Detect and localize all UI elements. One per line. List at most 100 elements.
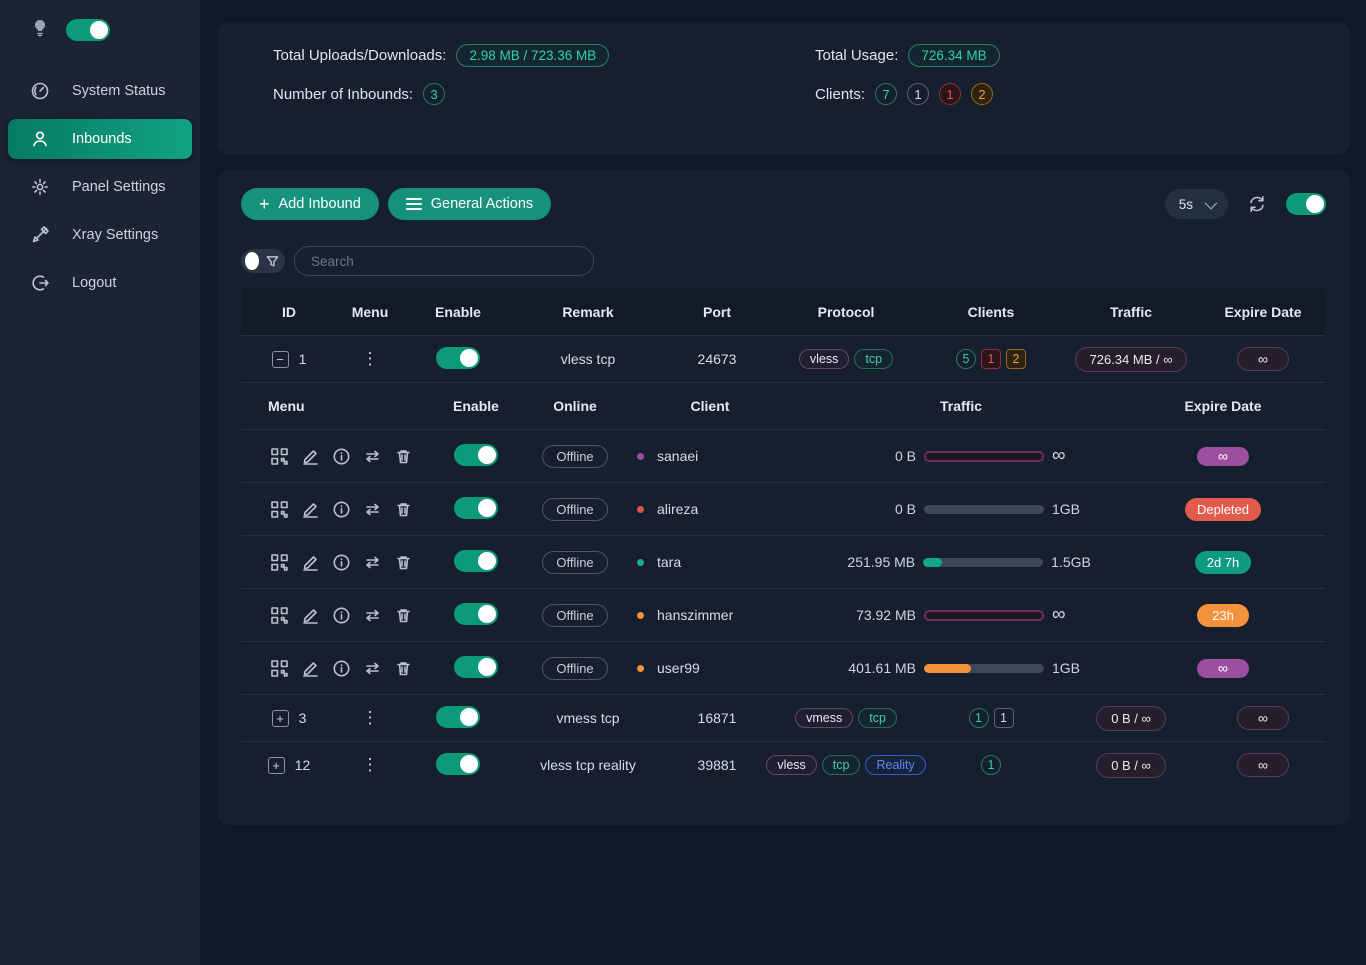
info-icon[interactable] (330, 657, 352, 679)
sidebar-item-label: Xray Settings (72, 227, 158, 243)
client-name: sanaei (657, 448, 698, 464)
info-icon[interactable] (330, 498, 352, 520)
qr-code-icon[interactable] (268, 551, 290, 573)
reset-traffic-icon[interactable] (361, 445, 383, 467)
qr-code-icon[interactable] (268, 445, 290, 467)
client-traffic-used: 0 B (832, 501, 916, 517)
search-row (241, 246, 1326, 276)
client-enable-toggle[interactable] (454, 497, 498, 519)
client-traffic-limit: ∞ (1052, 451, 1090, 461)
inbound-enable-toggle[interactable] (436, 706, 480, 728)
edit-icon[interactable] (299, 445, 321, 467)
auto-refresh-toggle[interactable] (1286, 193, 1326, 215)
col-header-traffic: Traffic (1061, 304, 1201, 320)
client-color-dot (637, 506, 644, 513)
client-status-badge: Offline (542, 445, 607, 468)
sidebar-item-system-status[interactable]: System Status (0, 71, 200, 111)
client-traffic-bar (924, 610, 1044, 621)
protocol-badge: Reality (865, 755, 925, 775)
table-header: ID Menu Enable Remark Port Protocol Clie… (241, 288, 1325, 335)
info-icon[interactable] (330, 445, 352, 467)
delete-icon[interactable] (392, 604, 414, 626)
col-header-port: Port (663, 304, 771, 320)
col-header-menu: Menu (337, 304, 403, 320)
client-count-badge: 5 (956, 349, 976, 369)
refresh-interval-select[interactable]: 5s (1165, 189, 1228, 219)
client-enable-toggle[interactable] (454, 656, 498, 678)
bulb-icon (30, 18, 50, 41)
reset-traffic-icon[interactable] (361, 604, 383, 626)
delete-icon[interactable] (392, 551, 414, 573)
client-expire-badge: ∞ (1197, 659, 1249, 678)
protocol-badge: tcp (854, 349, 893, 369)
client-count-badge: 1 (981, 755, 1001, 775)
collapse-row-button[interactable]: − (272, 351, 289, 368)
dark-mode-toggle[interactable] (66, 19, 110, 41)
sub-col-online: Online (531, 398, 619, 414)
sub-col-expire: Expire Date (1121, 398, 1325, 414)
delete-icon[interactable] (392, 498, 414, 520)
sidebar-item-inbounds[interactable]: Inbounds (8, 119, 192, 159)
inbound-enable-toggle[interactable] (436, 753, 480, 775)
info-icon[interactable] (330, 551, 352, 573)
edit-icon[interactable] (299, 498, 321, 520)
sidebar-item-panel-settings[interactable]: Panel Settings (0, 167, 200, 207)
kebab-menu-icon[interactable]: ⋮ (362, 755, 379, 774)
client-row: Offline alireza 0 B 1GB Depleted (241, 482, 1325, 535)
client-traffic-limit: 1GB (1052, 501, 1090, 517)
reset-traffic-icon[interactable] (361, 657, 383, 679)
filter-toggle[interactable] (241, 249, 285, 273)
inbound-remark: vless tcp (513, 351, 663, 367)
sidebar-item-label: Panel Settings (72, 179, 166, 195)
expand-row-button[interactable]: + (272, 710, 289, 727)
kebab-menu-icon[interactable]: ⋮ (362, 708, 379, 727)
delete-icon[interactable] (392, 657, 414, 679)
sidebar-item-logout[interactable]: Logout (0, 263, 200, 303)
delete-icon[interactable] (392, 445, 414, 467)
inbounds-count-label: Number of Inbounds: (273, 86, 413, 103)
client-enable-toggle[interactable] (454, 603, 498, 625)
edit-icon[interactable] (299, 604, 321, 626)
clients-depleted-badge: 1 (939, 83, 961, 105)
col-header-enable: Enable (403, 304, 513, 320)
client-traffic-used: 251.95 MB (831, 554, 915, 570)
inbound-port: 16871 (663, 710, 771, 726)
qr-code-icon[interactable] (268, 657, 290, 679)
kebab-menu-icon[interactable]: ⋮ (362, 349, 379, 368)
sub-col-traffic: Traffic (801, 398, 1121, 414)
reset-traffic-icon[interactable] (361, 498, 383, 520)
inbounds-count-badge: 3 (423, 83, 445, 105)
total-uploads-label: Total Uploads/Downloads: (273, 47, 446, 64)
inbound-enable-toggle[interactable] (436, 347, 480, 369)
expand-row-button[interactable]: + (268, 757, 285, 774)
edit-icon[interactable] (299, 657, 321, 679)
client-expire-badge: Depleted (1185, 498, 1261, 521)
refresh-icon[interactable] (1246, 193, 1268, 215)
sub-col-menu: Menu (241, 398, 421, 414)
sidebar-item-xray-settings[interactable]: Xray Settings (0, 215, 200, 255)
general-actions-label: General Actions (431, 196, 533, 212)
reset-traffic-icon[interactable] (361, 551, 383, 573)
search-input[interactable] (294, 246, 594, 276)
col-header-expire: Expire Date (1201, 304, 1325, 320)
general-actions-button[interactable]: General Actions (388, 188, 551, 220)
chevron-down-icon (1205, 196, 1218, 209)
client-enable-toggle[interactable] (454, 444, 498, 466)
protocol-badge: tcp (822, 755, 861, 775)
client-traffic-used: 73.92 MB (832, 607, 916, 623)
client-row: Offline tara 251.95 MB 1.5GB 2d 7h (241, 535, 1325, 588)
client-name: tara (657, 554, 681, 570)
refresh-interval-value: 5s (1179, 197, 1193, 212)
main-content: Total Uploads/Downloads: 2.98 MB / 723.3… (200, 0, 1366, 965)
add-inbound-button[interactable]: + Add Inbound (241, 188, 379, 220)
client-name: hanszimmer (657, 607, 733, 623)
client-traffic-bar (924, 664, 1044, 673)
qr-code-icon[interactable] (268, 604, 290, 626)
qr-code-icon[interactable] (268, 498, 290, 520)
client-enable-toggle[interactable] (454, 550, 498, 572)
sidebar: System Status Inbounds Panel Settings Xr… (0, 0, 200, 965)
inbound-traffic-pill: 0 B / ∞ (1096, 753, 1166, 778)
info-icon[interactable] (330, 604, 352, 626)
user-icon (30, 129, 50, 149)
edit-icon[interactable] (299, 551, 321, 573)
